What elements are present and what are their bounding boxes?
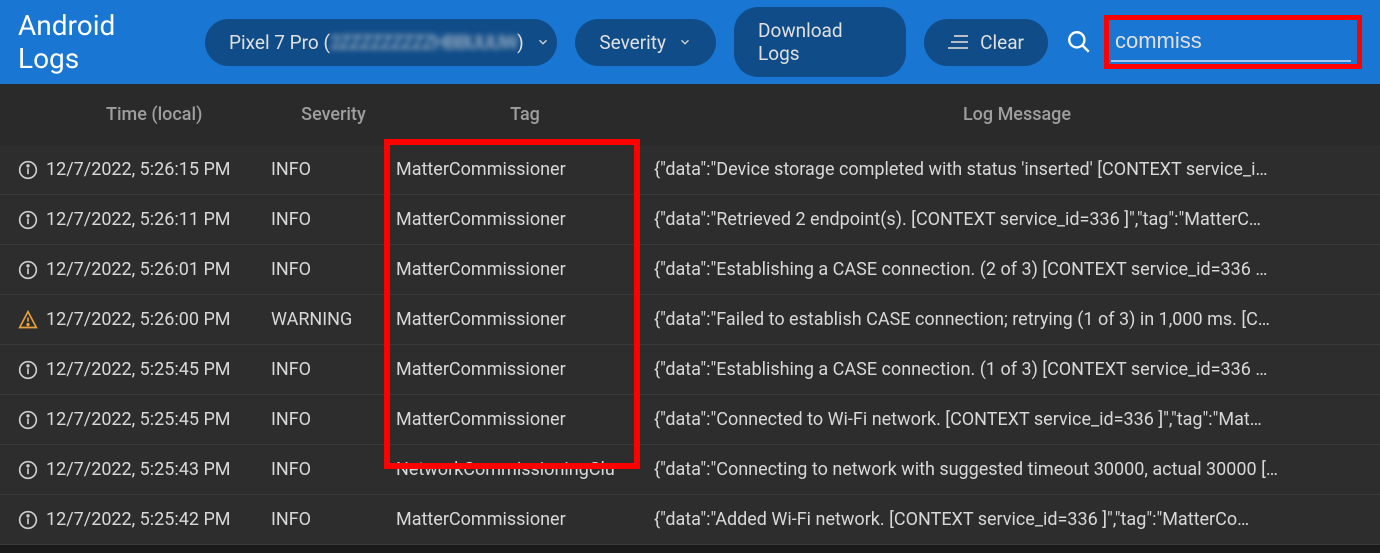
log-time: 12/7/2022, 5:26:00 PM	[46, 309, 271, 330]
column-message: Log Message	[654, 104, 1380, 125]
search-input[interactable]	[1111, 22, 1351, 62]
clear-label: Clear	[980, 31, 1024, 54]
download-logs-button[interactable]: Download Logs	[734, 7, 906, 77]
log-message: {"data":"Added Wi-Fi network. [CONTEXT s…	[654, 509, 1380, 530]
table-row[interactable]: 12/7/2022, 5:26:01 PMINFOMatterCommissio…	[0, 245, 1380, 295]
chevron-down-icon	[678, 35, 692, 49]
info-icon	[10, 510, 46, 530]
log-tag: MatterCommissioner	[396, 409, 654, 430]
log-tag: NetworkCommissioningClu	[396, 459, 654, 480]
info-icon	[10, 410, 46, 430]
chevron-down-icon	[536, 35, 550, 49]
table-row[interactable]: 12/7/2022, 5:25:43 PMINFONetworkCommissi…	[0, 445, 1380, 495]
severity-filter[interactable]: Severity	[575, 19, 716, 66]
log-time: 12/7/2022, 5:26:01 PM	[46, 259, 271, 280]
log-tag: MatterCommissioner	[396, 509, 654, 530]
page-title: Android Logs	[18, 9, 175, 75]
log-severity: INFO	[271, 259, 396, 280]
download-label: Download Logs	[758, 19, 882, 65]
table-row[interactable]: 12/7/2022, 5:25:42 PMINFOMatterCommissio…	[0, 495, 1380, 545]
log-tag: MatterCommissioner	[396, 309, 654, 330]
table-row[interactable]: 12/7/2022, 5:25:45 PMINFOMatterCommissio…	[0, 395, 1380, 445]
device-label: Pixel 7 Pro (2ZZZZZZZZZHBBUUUW)	[229, 31, 524, 54]
clear-icon	[948, 34, 968, 50]
table-header: Time (local) Severity Tag Log Message	[0, 84, 1380, 145]
column-time: Time (local)	[46, 104, 271, 125]
log-time: 12/7/2022, 5:25:45 PM	[46, 359, 271, 380]
log-tag: MatterCommissioner	[396, 359, 654, 380]
log-message: {"data":"Establishing a CASE connection.…	[654, 359, 1380, 380]
table-row[interactable]: 12/7/2022, 5:26:15 PMINFOMatterCommissio…	[0, 145, 1380, 195]
search-icon	[1066, 29, 1092, 55]
log-time: 12/7/2022, 5:26:15 PM	[46, 159, 271, 180]
log-time: 12/7/2022, 5:25:43 PM	[46, 459, 271, 480]
log-time: 12/7/2022, 5:25:45 PM	[46, 409, 271, 430]
log-severity: INFO	[271, 509, 396, 530]
search-container	[1066, 15, 1362, 69]
info-icon	[10, 260, 46, 280]
device-prefix: Pixel 7 Pro (	[229, 31, 330, 54]
info-icon	[10, 460, 46, 480]
table-row[interactable]: 12/7/2022, 5:26:00 PMWARNINGMatterCommis…	[0, 295, 1380, 345]
device-suffix: )	[517, 31, 524, 54]
log-time: 12/7/2022, 5:26:11 PM	[46, 209, 271, 230]
log-tag: MatterCommissioner	[396, 259, 654, 280]
log-message: {"data":"Connecting to network with sugg…	[654, 459, 1380, 480]
header-bar: Android Logs Pixel 7 Pro (2ZZZZZZZZZHBBU…	[0, 0, 1380, 84]
table-row[interactable]: 12/7/2022, 5:26:11 PMINFOMatterCommissio…	[0, 195, 1380, 245]
log-severity: INFO	[271, 359, 396, 380]
severity-label: Severity	[599, 31, 666, 54]
column-tag: Tag	[396, 104, 654, 125]
log-rows: 12/7/2022, 5:26:15 PMINFOMatterCommissio…	[0, 145, 1380, 545]
log-tag: MatterCommissioner	[396, 159, 654, 180]
search-highlight	[1104, 15, 1362, 69]
column-severity: Severity	[271, 104, 396, 125]
log-severity: WARNING	[271, 309, 396, 330]
log-message: {"data":"Connected to Wi-Fi network. [CO…	[654, 409, 1380, 430]
table-row[interactable]: 12/7/2022, 5:25:45 PMINFOMatterCommissio…	[0, 345, 1380, 395]
log-time: 12/7/2022, 5:25:42 PM	[46, 509, 271, 530]
clear-button[interactable]: Clear	[924, 19, 1048, 66]
info-icon	[10, 210, 46, 230]
log-message: {"data":"Device storage completed with s…	[654, 159, 1380, 180]
log-message: {"data":"Retrieved 2 endpoint(s). [CONTE…	[654, 209, 1380, 230]
log-tag: MatterCommissioner	[396, 209, 654, 230]
log-message: {"data":"Establishing a CASE connection.…	[654, 259, 1380, 280]
log-severity: INFO	[271, 159, 396, 180]
info-icon	[10, 160, 46, 180]
log-message: {"data":"Failed to establish CASE connec…	[654, 309, 1380, 330]
log-severity: INFO	[271, 409, 396, 430]
log-severity: INFO	[271, 459, 396, 480]
device-selector[interactable]: Pixel 7 Pro (2ZZZZZZZZZHBBUUUW)	[205, 19, 557, 66]
warning-icon	[10, 310, 46, 330]
info-icon	[10, 360, 46, 380]
device-id-blurred: 2ZZZZZZZZZHBBUUUW	[330, 31, 517, 54]
log-severity: INFO	[271, 209, 396, 230]
